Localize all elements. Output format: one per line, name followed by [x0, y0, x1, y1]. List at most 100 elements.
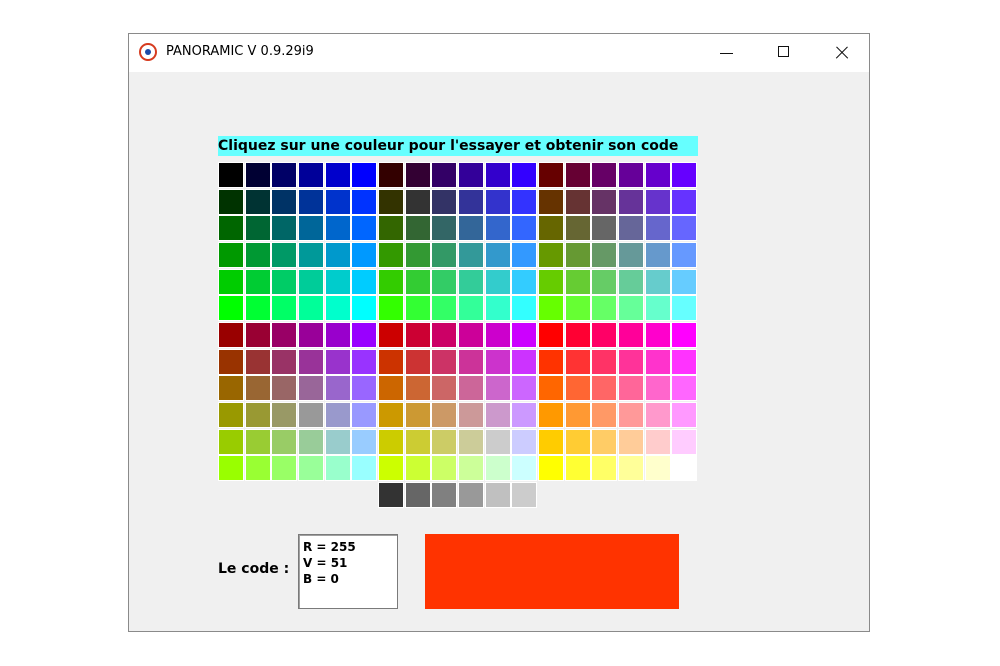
- gray-swatch[interactable]: [431, 482, 458, 508]
- color-swatch[interactable]: [378, 455, 405, 482]
- color-swatch[interactable]: [404, 295, 431, 322]
- color-swatch[interactable]: [244, 215, 271, 242]
- color-swatch[interactable]: [644, 348, 671, 375]
- color-swatch[interactable]: [324, 402, 351, 429]
- color-swatch[interactable]: [671, 375, 698, 402]
- color-swatch[interactable]: [404, 215, 431, 242]
- color-swatch[interactable]: [538, 455, 565, 482]
- color-swatch[interactable]: [618, 348, 645, 375]
- color-swatch[interactable]: [484, 322, 511, 349]
- color-swatch[interactable]: [511, 295, 538, 322]
- gray-swatch[interactable]: [458, 482, 484, 508]
- color-swatch[interactable]: [538, 215, 565, 242]
- color-swatch[interactable]: [538, 188, 565, 215]
- color-swatch[interactable]: [298, 402, 324, 429]
- gray-swatch[interactable]: [511, 482, 538, 508]
- color-swatch[interactable]: [324, 322, 351, 349]
- color-swatch[interactable]: [484, 455, 511, 482]
- color-swatch[interactable]: [618, 428, 645, 455]
- color-swatch[interactable]: [458, 402, 485, 429]
- color-swatch[interactable]: [431, 322, 458, 349]
- color-swatch[interactable]: [324, 242, 351, 268]
- color-swatch[interactable]: [431, 215, 458, 242]
- color-swatch[interactable]: [244, 268, 271, 295]
- color-swatch[interactable]: [271, 215, 298, 242]
- color-swatch[interactable]: [271, 375, 298, 402]
- color-swatch[interactable]: [244, 455, 271, 482]
- color-swatch[interactable]: [564, 188, 591, 215]
- color-swatch[interactable]: [218, 348, 244, 375]
- color-swatch[interactable]: [644, 162, 671, 188]
- color-swatch[interactable]: [298, 375, 324, 402]
- color-swatch[interactable]: [644, 188, 671, 215]
- color-swatch[interactable]: [618, 162, 645, 188]
- color-swatch[interactable]: [511, 188, 538, 215]
- color-swatch[interactable]: [218, 375, 244, 402]
- color-swatch[interactable]: [671, 428, 698, 455]
- color-swatch[interactable]: [298, 295, 324, 322]
- color-swatch[interactable]: [591, 242, 618, 268]
- gray-swatch[interactable]: [378, 482, 404, 508]
- color-swatch[interactable]: [484, 375, 511, 402]
- color-swatch[interactable]: [591, 215, 618, 242]
- color-swatch[interactable]: [351, 402, 378, 429]
- color-swatch[interactable]: [244, 242, 271, 268]
- minimize-button[interactable]: [698, 34, 756, 72]
- color-swatch[interactable]: [538, 162, 565, 188]
- gray-swatch[interactable]: [484, 482, 511, 508]
- color-swatch[interactable]: [538, 322, 565, 349]
- color-swatch[interactable]: [244, 348, 271, 375]
- color-swatch[interactable]: [378, 188, 405, 215]
- color-swatch[interactable]: [644, 242, 671, 268]
- color-swatch[interactable]: [351, 428, 378, 455]
- color-swatch[interactable]: [458, 242, 485, 268]
- color-swatch[interactable]: [218, 455, 244, 482]
- color-swatch[interactable]: [591, 348, 618, 375]
- color-swatch[interactable]: [564, 162, 591, 188]
- color-swatch[interactable]: [244, 322, 271, 349]
- color-swatch[interactable]: [404, 428, 431, 455]
- color-swatch[interactable]: [378, 295, 405, 322]
- color-swatch[interactable]: [591, 162, 618, 188]
- color-swatch[interactable]: [298, 242, 324, 268]
- color-swatch[interactable]: [564, 428, 591, 455]
- color-swatch[interactable]: [378, 348, 405, 375]
- color-swatch[interactable]: [271, 402, 298, 429]
- close-button[interactable]: [812, 34, 870, 72]
- code-textbox[interactable]: R = 255 V = 51 B = 0: [298, 534, 398, 609]
- color-swatch[interactable]: [618, 375, 645, 402]
- color-swatch[interactable]: [244, 428, 271, 455]
- color-swatch[interactable]: [351, 375, 378, 402]
- color-swatch[interactable]: [351, 455, 378, 482]
- color-swatch[interactable]: [671, 242, 698, 268]
- color-swatch[interactable]: [431, 375, 458, 402]
- color-swatch[interactable]: [538, 295, 565, 322]
- color-swatch[interactable]: [298, 188, 324, 215]
- color-swatch[interactable]: [618, 242, 645, 268]
- color-swatch[interactable]: [324, 428, 351, 455]
- color-swatch[interactable]: [644, 268, 671, 295]
- color-swatch[interactable]: [591, 268, 618, 295]
- color-swatch[interactable]: [644, 322, 671, 349]
- color-swatch[interactable]: [511, 402, 538, 429]
- color-swatch[interactable]: [271, 295, 298, 322]
- color-swatch[interactable]: [511, 455, 538, 482]
- color-swatch[interactable]: [564, 242, 591, 268]
- color-swatch[interactable]: [404, 268, 431, 295]
- color-swatch[interactable]: [458, 375, 485, 402]
- color-swatch[interactable]: [511, 215, 538, 242]
- color-swatch[interactable]: [404, 188, 431, 215]
- color-swatch[interactable]: [564, 215, 591, 242]
- color-swatch[interactable]: [511, 348, 538, 375]
- color-swatch[interactable]: [431, 402, 458, 429]
- color-swatch[interactable]: [484, 188, 511, 215]
- color-swatch[interactable]: [378, 162, 405, 188]
- color-swatch[interactable]: [511, 162, 538, 188]
- color-swatch[interactable]: [644, 215, 671, 242]
- color-swatch[interactable]: [538, 348, 565, 375]
- color-swatch[interactable]: [351, 215, 378, 242]
- color-swatch[interactable]: [378, 402, 405, 429]
- color-swatch[interactable]: [591, 402, 618, 429]
- color-swatch[interactable]: [458, 348, 485, 375]
- color-swatch[interactable]: [564, 375, 591, 402]
